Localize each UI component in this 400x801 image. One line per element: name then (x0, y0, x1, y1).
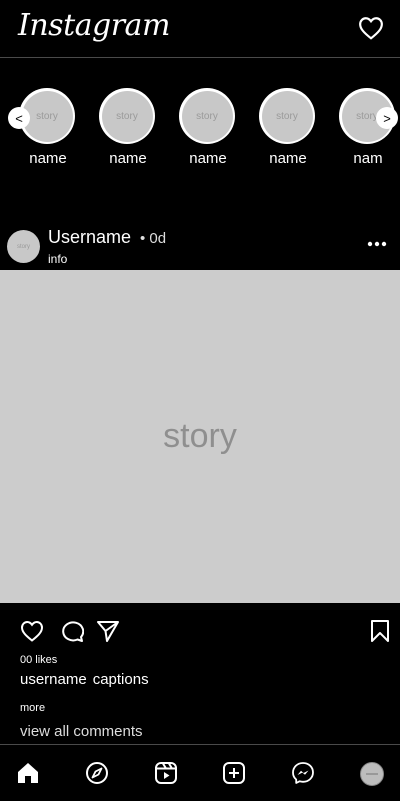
avatar-placeholder-mark (366, 773, 378, 775)
post-username[interactable]: Username (48, 227, 131, 248)
bottom-navigation (0, 744, 400, 801)
likes-count: 00 likes (20, 654, 58, 666)
reels-icon[interactable] (154, 761, 178, 785)
story-name: nam (353, 150, 383, 167)
more-options-icon[interactable] (367, 241, 387, 247)
like-heart-icon[interactable] (20, 620, 44, 642)
post-info: info (48, 252, 68, 266)
instagram-logo[interactable]: Instagram (18, 8, 170, 43)
story-item[interactable]: story name (19, 88, 77, 167)
create-post-icon[interactable] (222, 761, 246, 785)
caption-more-link[interactable]: more (20, 702, 45, 714)
home-icon[interactable] (16, 761, 40, 785)
profile-avatar-icon[interactable] (360, 762, 384, 786)
comment-icon[interactable] (60, 620, 84, 642)
explore-compass-icon[interactable] (85, 761, 109, 785)
story-thumbnail: story (101, 90, 153, 142)
post-time: • 0d (140, 230, 167, 247)
stories-tray: story name story name story name story n… (0, 58, 400, 190)
story-thumbnail: story (181, 90, 233, 142)
caption-text: captions (92, 671, 149, 688)
story-item[interactable]: story name (179, 88, 237, 167)
story-avatar-ring: story (179, 88, 235, 144)
story-item[interactable]: story name (99, 88, 157, 167)
stories-prev-button[interactable]: < (8, 107, 30, 129)
story-name: name (189, 150, 227, 167)
story-avatar-ring: story (99, 88, 155, 144)
story-name: name (109, 150, 147, 167)
share-send-icon[interactable] (96, 620, 120, 642)
caption-username[interactable]: username (20, 671, 87, 688)
story-name: name (29, 150, 67, 167)
story-name: name (269, 150, 307, 167)
story-item[interactable]: story name (259, 88, 317, 167)
story-avatar-ring: story (259, 88, 315, 144)
post-image[interactable]: story (0, 270, 400, 603)
story-thumbnail: story (261, 90, 313, 142)
post-caption: username captions (20, 671, 149, 688)
notifications-heart-icon[interactable] (358, 16, 384, 40)
stories-next-button[interactable]: > (376, 107, 398, 129)
save-bookmark-icon[interactable] (370, 620, 390, 642)
view-all-comments-link[interactable]: view all comments (20, 723, 143, 740)
post-avatar[interactable]: story (7, 230, 40, 263)
messenger-icon[interactable] (291, 761, 315, 785)
top-bar: Instagram (0, 0, 400, 58)
